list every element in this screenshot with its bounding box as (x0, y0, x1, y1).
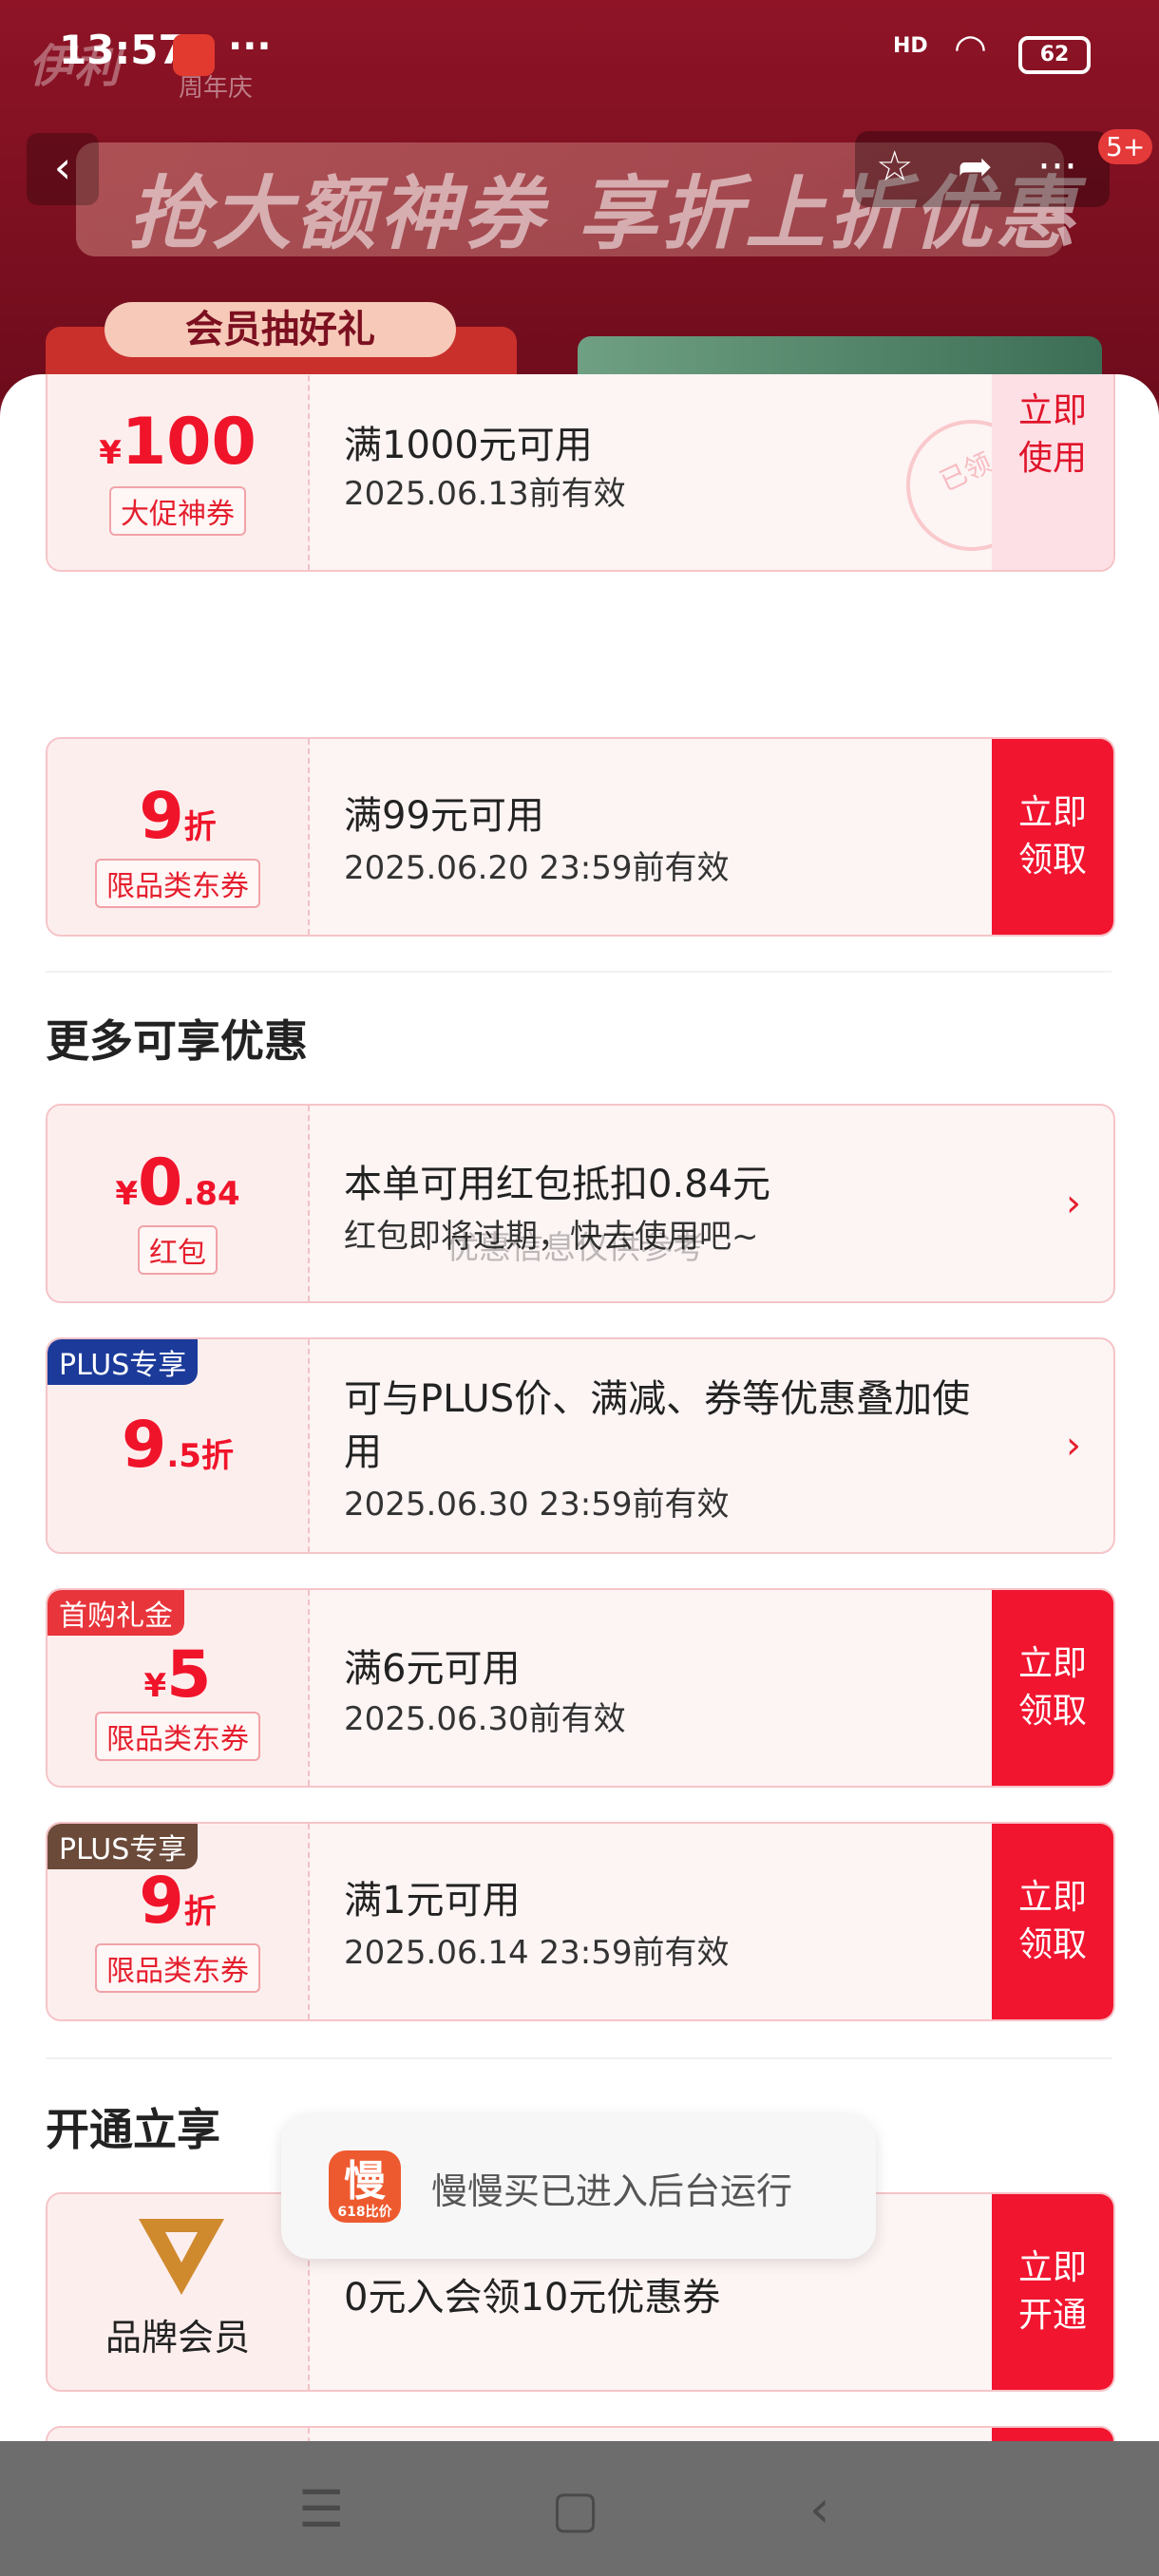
coupon-amount: 9折 (139, 779, 217, 854)
brand-member-logo-icon (139, 2219, 224, 2295)
favorite-icon[interactable]: ☆ (876, 142, 913, 191)
red-packet-card[interactable]: ¥0.84 红包 本单可用红包抵扣0.84元 红包即将过期，快去使用吧~ › (46, 1104, 1115, 1303)
coupon-left: ¥100 大促神券 (48, 374, 310, 570)
toast-message: 慢慢买已进入后台运行 (431, 2170, 793, 2212)
divider (46, 2057, 1112, 2059)
coupon-condition: 满1000元可用 (344, 424, 593, 467)
plus-discount-card[interactable]: 9.5折 PLUS专享 可与PLUS价、满减、券等优惠叠加使 用 2025.06… (46, 1337, 1115, 1554)
divider (46, 971, 1112, 973)
claim-button[interactable]: 立即 领取 (992, 1590, 1113, 1786)
member-benefit: 0元入会领10元优惠券 (344, 2276, 721, 2320)
use-now-button[interactable]: 立即 使用 (992, 374, 1113, 570)
chevron-right-icon: › (1066, 1424, 1081, 1468)
coupon-left: 品牌会员 (48, 2194, 310, 2390)
more-icon[interactable]: ··· (1037, 142, 1077, 191)
coupon-tag: 红包 (138, 1225, 218, 1275)
coupon-condition: 满6元可用 (344, 1647, 521, 1691)
coupon-amount: ¥100 (99, 405, 256, 480)
open-membership-button[interactable]: 立即 开通 (992, 2194, 1113, 2390)
coupon-left: 9折 限品类东券 (48, 739, 310, 935)
coupon-amount: 9.5折 (122, 1408, 234, 1483)
brand-member-label: 品牌会员 (104, 2317, 250, 2358)
coupon-amount: ¥0.84 (115, 1146, 240, 1221)
coupon-tag: 限品类东券 (95, 1943, 260, 1993)
toast: 慢 618比价 慢慢买已进入后台运行 (281, 2114, 876, 2259)
top-actions: ☆ ➦ ··· (855, 131, 1110, 207)
coupon-tag: 限品类东券 (95, 859, 260, 908)
coupon-validity: 2025.06.30 23:59前有效 (344, 1486, 730, 1524)
coupon-card: 9折 限品类东券 满99元可用 2025.06.20 23:59前有效 立即 领… (46, 737, 1115, 937)
coupon-condition: 本单可用红包抵扣0.84元 (344, 1163, 771, 1206)
coupon-validity: 2025.06.13前有效 (344, 475, 626, 513)
coupon-validity: 2025.06.14 23:59前有效 (344, 1934, 730, 1972)
notification-badge: 5+ (1098, 129, 1153, 164)
status-time: 13:57 (59, 27, 186, 73)
plus-tag: PLUS专享 (48, 1824, 199, 1869)
coupon-amount: 9折 (139, 1864, 217, 1939)
coupon-validity: 2025.06.20 23:59前有效 (344, 849, 730, 887)
system-nav-bar: ☰ ▢ ‹ (0, 2441, 1159, 2576)
wifi-icon: ◠ (954, 27, 987, 70)
plus-tag: PLUS专享 (48, 1339, 199, 1385)
coupon-left: ¥0.84 红包 (48, 1106, 310, 1301)
coupon-card: 9折 限品类东券 PLUS专享 满1元可用 2025.06.14 23:59前有… (46, 1822, 1115, 2021)
home-icon[interactable]: ▢ (551, 2479, 599, 2539)
app-icon: 慢 618比价 (329, 2150, 401, 2223)
coupon-card: ¥100 大促神券 满1000元可用 2025.06.13前有效 已领 立即 使… (46, 374, 1115, 572)
back-nav-icon[interactable]: ‹ (809, 2479, 830, 2539)
status-bar: 13:57 ··· HD ◠ 62 (0, 0, 1159, 104)
watermark-text: 优惠信息仅供参考 (446, 1229, 705, 1267)
chevron-right-icon: › (1066, 1182, 1081, 1225)
coupon-validity: 2025.06.30前有效 (344, 1700, 626, 1738)
coupon-amount: ¥5 (143, 1638, 212, 1713)
app-notification-icon (173, 34, 215, 76)
coupon-condition: 可与PLUS价、满减、券等优惠叠加使 (344, 1377, 971, 1421)
share-icon[interactable]: ➦ (958, 142, 993, 191)
back-button[interactable]: ‹ (27, 133, 99, 205)
coupon-condition-cont: 用 (344, 1430, 382, 1474)
coupon-condition: 满99元可用 (344, 794, 544, 838)
coupon-tag: 大促神券 (109, 486, 246, 536)
member-pill: 会员抽好礼 (104, 302, 456, 357)
section-title-open: 开通立享 (46, 2104, 220, 2155)
battery-icon: 62 (1018, 36, 1091, 74)
coupon-card: ¥5 限品类东券 首购礼金 满6元可用 2025.06.30前有效 立即 领取 (46, 1588, 1115, 1788)
menu-icon[interactable]: ☰ (298, 2479, 344, 2539)
coupon-condition: 满1元可用 (344, 1879, 521, 1923)
status-dots: ··· (228, 25, 272, 68)
signal-icon: HD (893, 34, 928, 58)
claim-button[interactable]: 立即 领取 (992, 1824, 1113, 2019)
first-purchase-tag: 首购礼金 (48, 1590, 184, 1636)
section-title-more: 更多可享优惠 (46, 1015, 308, 1067)
claim-button[interactable]: 立即 领取 (992, 739, 1113, 935)
coupon-tag: 限品类东券 (95, 1712, 260, 1761)
